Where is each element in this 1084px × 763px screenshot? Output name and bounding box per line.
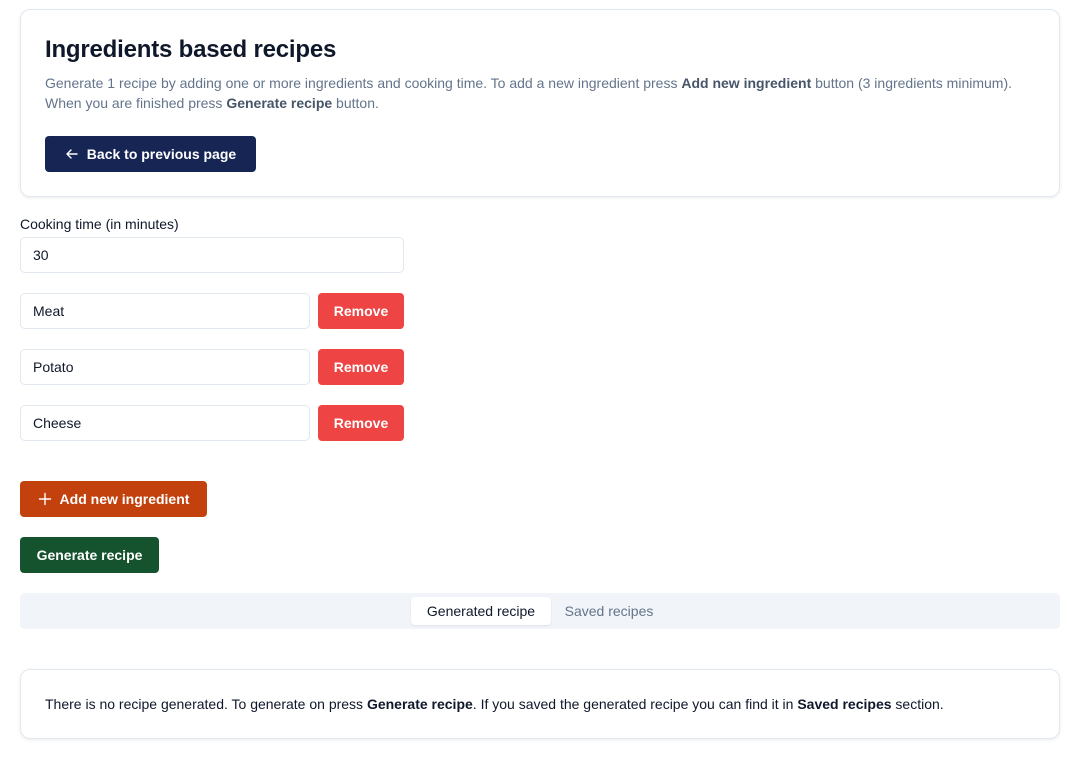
add-ingredient-label: Add new ingredient xyxy=(59,491,190,507)
cooking-time-input[interactable]: 30 xyxy=(20,237,404,273)
recipe-tabs: Generated recipe Saved recipes xyxy=(20,593,1060,629)
back-button-label: Back to previous page xyxy=(86,146,237,162)
tab-generated-recipe[interactable]: Generated recipe xyxy=(411,597,551,625)
ingredient-input[interactable]: Potato xyxy=(20,349,310,385)
header-card: Ingredients based recipes Generate 1 rec… xyxy=(20,9,1060,197)
generate-recipe-button[interactable]: Generate recipe xyxy=(20,537,159,573)
tab-saved-recipes[interactable]: Saved recipes xyxy=(551,597,667,625)
remove-ingredient-button[interactable]: Remove xyxy=(318,293,404,329)
add-ingredient-button[interactable]: Add new ingredient xyxy=(20,481,207,517)
back-button[interactable]: Back to previous page xyxy=(45,136,256,172)
cooking-time-label: Cooking time (in minutes) xyxy=(20,216,179,232)
page-description: Generate 1 recipe by adding one or more … xyxy=(45,75,1013,111)
page-title: Ingredients based recipes xyxy=(45,36,337,63)
empty-state-message: There is no recipe generated. To generat… xyxy=(45,696,944,712)
plus-icon xyxy=(38,492,52,506)
arrow-left-icon xyxy=(65,147,79,161)
result-card: There is no recipe generated. To generat… xyxy=(20,669,1060,739)
ingredient-input[interactable]: Meat xyxy=(20,293,310,329)
ingredient-input[interactable]: Cheese xyxy=(20,405,310,441)
remove-ingredient-button[interactable]: Remove xyxy=(318,405,404,441)
remove-ingredient-button[interactable]: Remove xyxy=(318,349,404,385)
